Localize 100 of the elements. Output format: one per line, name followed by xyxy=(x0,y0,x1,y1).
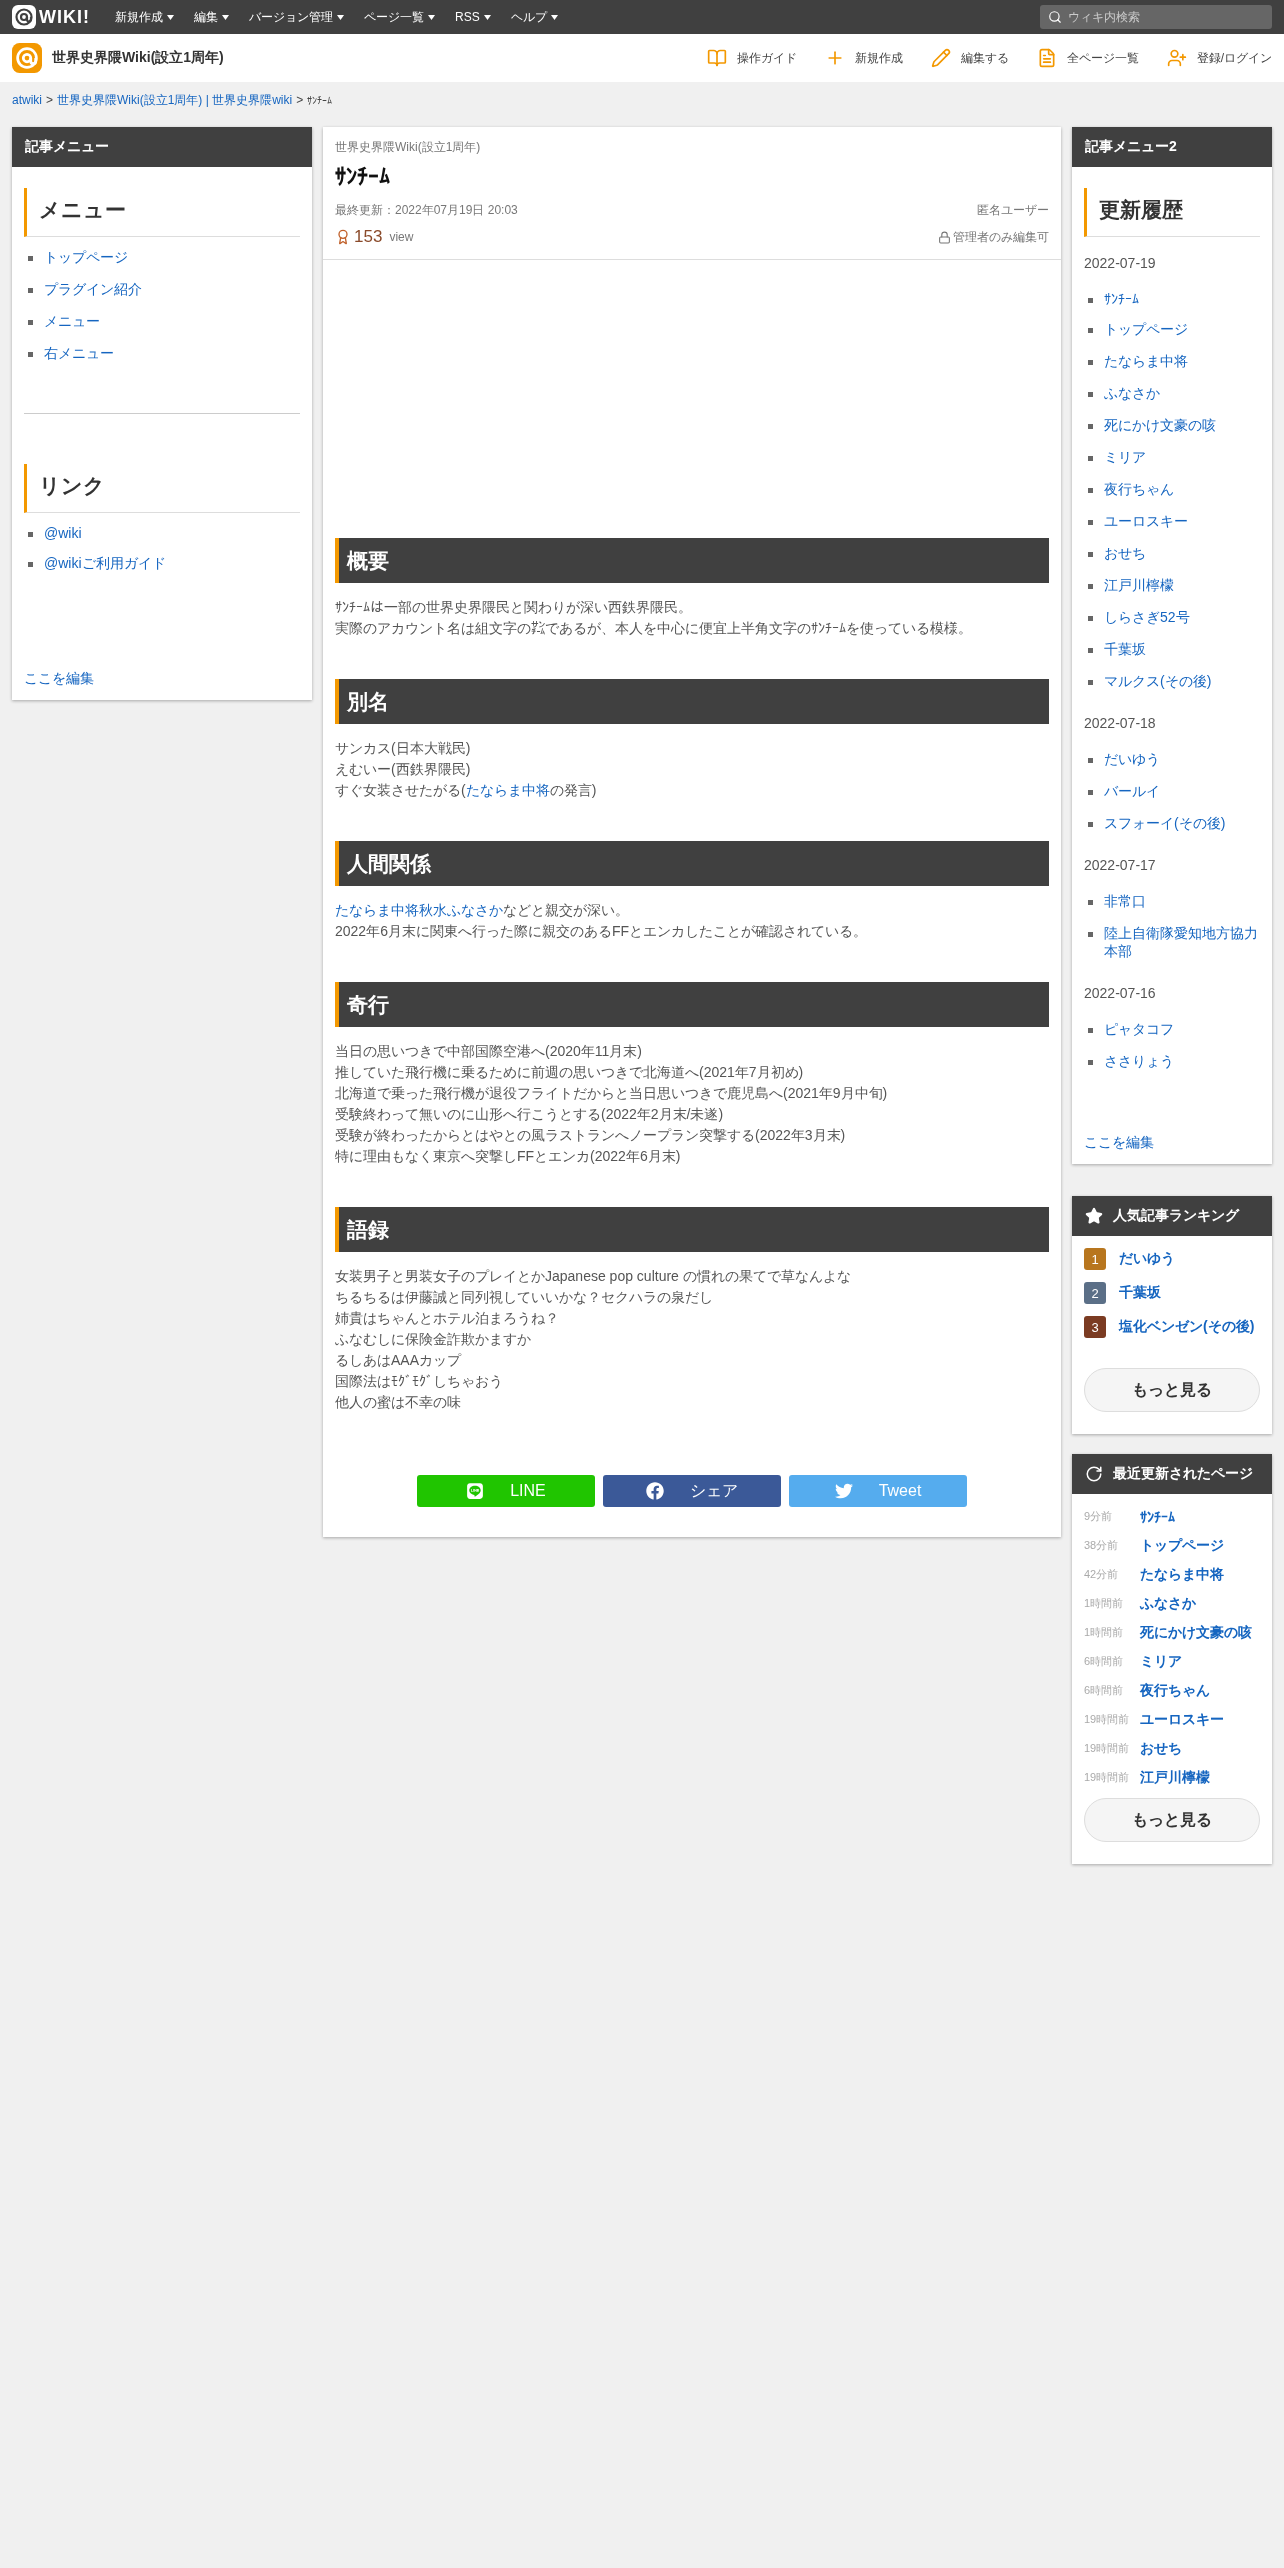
bullet-icon xyxy=(28,288,33,293)
page-link[interactable]: ｻﾝﾁｰﾑ xyxy=(1104,291,1139,307)
body-text: すぐ女装させたがる(たならま中将の発言) xyxy=(335,781,598,800)
menu-link[interactable]: トップページ xyxy=(44,249,128,267)
twitter-icon xyxy=(834,1482,853,1500)
breadcrumb-link[interactable]: 世界史界隈Wiki(設立1周年) | 世界史界隈wiki xyxy=(57,92,293,109)
menu-link[interactable]: @wikiご利用ガイド xyxy=(44,555,166,573)
body-text: 他人の蜜は不幸の味 xyxy=(335,1393,462,1412)
line-icon xyxy=(466,1482,485,1500)
facebook-share-button[interactable]: シェア xyxy=(603,1475,781,1507)
body-text: 推していた飛行機に乗るために前週の思いつきで北海道へ(2021年7月初め) xyxy=(335,1063,805,1082)
recent-link[interactable]: ユーロスキー xyxy=(1140,1710,1224,1729)
header-action[interactable]: 操作ガイド xyxy=(706,48,797,68)
recent-link[interactable]: 夜行ちゃん xyxy=(1140,1681,1210,1700)
page-link[interactable]: マルクス(その後) xyxy=(1104,673,1212,691)
page-link[interactable]: 死にかけ文豪の咳 xyxy=(1104,417,1216,435)
recent-link[interactable]: おせち xyxy=(1140,1739,1182,1758)
body-text: 当日の思いつきで中部国際空港へ(2020年11月末) xyxy=(335,1042,643,1061)
menu-link[interactable]: @wiki xyxy=(44,525,82,541)
medal-icon xyxy=(335,229,351,245)
body-text: るしあはAAAカップ xyxy=(335,1351,463,1370)
body-text: 国際法はﾓｸﾞﾓｸﾞしちゃおう xyxy=(335,1372,504,1391)
update-time: 19時間前 xyxy=(1084,1712,1131,1727)
header-action[interactable]: 新規作成 xyxy=(824,48,903,68)
menu-item[interactable]: バージョン管理 xyxy=(244,8,349,26)
recent-link[interactable]: 江戸川檸檬 xyxy=(1140,1768,1210,1787)
update-time: 42分前 xyxy=(1084,1567,1120,1582)
recent-link[interactable]: トップページ xyxy=(1140,1536,1224,1555)
recent-link[interactable]: 死にかけ文豪の咳 xyxy=(1140,1623,1252,1642)
menu-item[interactable]: 新規作成 xyxy=(110,8,179,26)
ranking-link[interactable]: だいゆう xyxy=(1119,1250,1175,1268)
page-link[interactable]: ピャタコフ xyxy=(1104,1021,1174,1039)
search-field[interactable]: ウィキ内検索 xyxy=(1040,5,1272,29)
header-action[interactable]: 編集する xyxy=(930,48,1009,68)
site-name[interactable]: 世界史界隈Wiki(設立1周年) xyxy=(52,49,224,67)
menu-item[interactable]: RSS xyxy=(450,10,496,24)
more-button[interactable]: もっと見る xyxy=(1084,1368,1260,1412)
update-time: 19時間前 xyxy=(1084,1770,1131,1785)
menu-link[interactable]: プラグイン紹介 xyxy=(44,281,142,299)
bullet-icon xyxy=(1088,456,1093,461)
page-link[interactable]: 夜行ちゃん xyxy=(1104,481,1174,499)
recent-link[interactable]: ｻﾝﾁｰﾑ xyxy=(1140,1508,1175,1525)
bullet-icon xyxy=(1088,520,1093,525)
recent-link[interactable]: ふなさか xyxy=(1140,1594,1196,1613)
section-heading: 語録 xyxy=(335,1207,1049,1252)
bullet-icon xyxy=(1088,616,1093,621)
recent-link[interactable]: ミリア xyxy=(1140,1652,1182,1671)
bullet-icon xyxy=(1088,488,1093,493)
ranking-link[interactable]: 塩化ベンゼン(その後) xyxy=(1119,1318,1255,1336)
bullet-icon xyxy=(28,562,33,567)
page-link[interactable]: おせち xyxy=(1104,545,1146,563)
update-time: 9分前 xyxy=(1084,1509,1114,1524)
bullet-icon xyxy=(28,352,33,357)
card-title: 最近更新されたページ xyxy=(1113,1465,1253,1483)
edit-permission: 管理者のみ編集可 xyxy=(953,228,1049,246)
page-link[interactable]: 千葉坂 xyxy=(1104,641,1146,659)
more-button[interactable]: もっと見る xyxy=(1084,1798,1260,1842)
text-link[interactable]: たならま中将 xyxy=(465,782,550,798)
bullet-icon xyxy=(1088,328,1093,333)
menu-item[interactable]: ヘルプ xyxy=(505,8,563,26)
page-link[interactable]: ユーロスキー xyxy=(1104,513,1188,531)
header-action[interactable]: 全ページ一覧 xyxy=(1036,48,1139,68)
breadcrumb-separator: > xyxy=(46,93,54,107)
recent-link[interactable]: たならま中将 xyxy=(1140,1565,1224,1584)
card-header: 記事メニュー2 xyxy=(1072,127,1272,167)
ranking-link[interactable]: 千葉坂 xyxy=(1119,1284,1161,1302)
text-link[interactable]: ふなさか xyxy=(447,902,503,918)
header-action[interactable]: 登録/ログイン xyxy=(1166,48,1272,68)
page-link[interactable]: バールイ xyxy=(1104,783,1160,801)
menu-item[interactable]: 編集 xyxy=(189,8,234,26)
page-link[interactable]: たならま中将 xyxy=(1104,353,1188,371)
page-link[interactable]: 江戸川檸檬 xyxy=(1104,577,1174,595)
page-link[interactable]: ミリア xyxy=(1104,449,1146,467)
update-time: 38分前 xyxy=(1084,1538,1120,1553)
page-link[interactable]: ささりょう xyxy=(1104,1053,1174,1071)
page-link[interactable]: スフォーイ(その後) xyxy=(1104,815,1226,833)
menu-item[interactable]: ページ一覧 xyxy=(359,8,440,26)
menu-link[interactable]: メニュー xyxy=(44,313,100,331)
menu-link[interactable]: 右メニュー xyxy=(44,345,114,363)
page-link[interactable]: 陸上自衛隊愛知地方協力本部 xyxy=(1104,925,1260,961)
update-time: 6時間前 xyxy=(1084,1683,1125,1698)
text-link[interactable]: たならま中将 xyxy=(335,902,419,918)
edit-link[interactable]: ここを編集 xyxy=(24,670,94,686)
breadcrumb-current: ｻﾝﾁｰﾑ xyxy=(307,95,333,106)
breadcrumb-link[interactable]: atwiki xyxy=(12,93,42,107)
page-link[interactable]: しらさぎ52号 xyxy=(1104,609,1190,627)
edit-link[interactable]: ここを編集 xyxy=(1084,1134,1154,1150)
update-time: 6時間前 xyxy=(1084,1654,1125,1669)
caret-icon xyxy=(337,14,344,20)
update-time: 1時間前 xyxy=(1084,1625,1125,1640)
bullet-icon xyxy=(28,320,33,325)
page-link[interactable]: トップページ xyxy=(1104,321,1188,339)
menu-heading: リンク xyxy=(24,464,300,513)
text-link[interactable]: 秋水 xyxy=(419,902,447,918)
page-link[interactable]: 非常口 xyxy=(1104,893,1146,911)
date-label: 2022-07-16 xyxy=(1084,985,1157,1001)
page-link[interactable]: だいゆう xyxy=(1104,751,1160,769)
date-label: 2022-07-17 xyxy=(1084,857,1157,873)
bullet-icon xyxy=(1088,758,1093,763)
page-link[interactable]: ふなさか xyxy=(1104,385,1160,403)
